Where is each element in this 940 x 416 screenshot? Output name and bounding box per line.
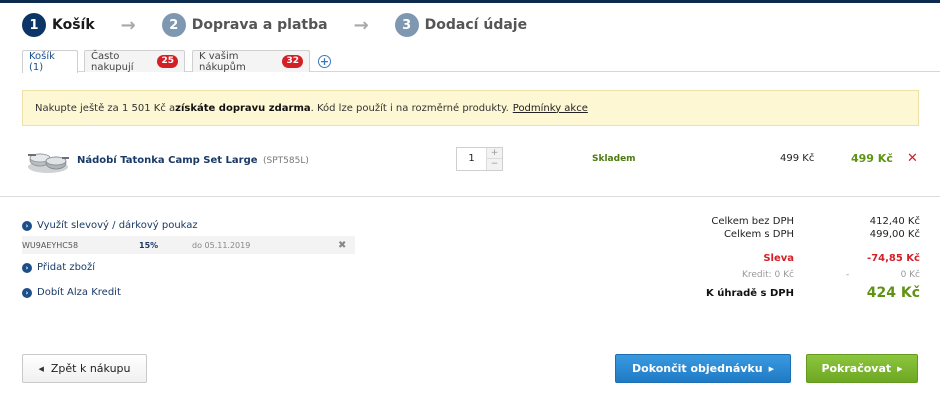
step-shipping[interactable]: 2 Doprava a platba xyxy=(161,13,328,37)
continue-button-label: Pokračovat xyxy=(821,362,892,375)
total-to-pay-label: K úhradě s DPH xyxy=(705,288,794,299)
voucher-valid-until: do 05.11.2019 xyxy=(192,240,251,250)
chevron-right-icon: › xyxy=(22,220,32,231)
chevron-right-icon: › xyxy=(22,262,32,273)
discount-label: Sleva xyxy=(763,253,794,264)
add-goods-label: Přidat zboží xyxy=(37,262,96,273)
free-shipping-notice: Nakupte ještě za 1 501 Kč a získáte dopr… xyxy=(22,90,919,126)
notice-prefix: Nakupte ještě za 1 501 Kč a xyxy=(35,102,176,114)
voucher-link-label: Využít slevový / dárkový poukaz xyxy=(37,220,198,231)
top-up-credit-link[interactable]: › Dobít Alza Kredit xyxy=(22,287,121,298)
step-cart[interactable]: 1 Košík xyxy=(22,13,95,37)
step-delivery[interactable]: 3 Dodací údaje xyxy=(394,13,528,37)
arrow-right-icon: → xyxy=(120,14,136,36)
count-badge: 25 xyxy=(157,55,178,68)
notice-highlight: získáte dopravu zdarma xyxy=(175,102,311,114)
discount-value: -74,85 Kč xyxy=(867,253,920,264)
product-code: (SPT585L) xyxy=(263,156,309,166)
tab-label: Často nakupují xyxy=(91,50,134,73)
product-title[interactable]: Nádobí Tatonka Camp Set Large xyxy=(77,155,258,166)
total-without-vat-label: Celkem bez DPH xyxy=(711,216,794,227)
voucher-percent: 15% xyxy=(139,240,159,250)
voucher-code: WU9AEYHC58 xyxy=(22,240,79,250)
chevron-right-icon: › xyxy=(22,287,32,298)
step-label: Košík xyxy=(52,17,95,33)
notice-suffix: . Kód lze použít i na rozměrné produkty. xyxy=(310,102,509,114)
total-with-vat-value: 499,00 Kč xyxy=(869,229,920,240)
cart-tabs: Košík (1) Často nakupují 25 K vašim náku… xyxy=(22,50,940,73)
quantity-input[interactable]: 1 xyxy=(457,148,486,170)
checkout-steps: 1 Košík → 2 Doprava a platba → 3 Dodací … xyxy=(22,12,527,38)
triangle-left-icon: ◀ xyxy=(38,364,44,373)
tab-label: Košík (1) xyxy=(29,51,55,73)
top-bar xyxy=(0,0,940,3)
product-name[interactable]: Nádobí Tatonka Camp Set Large (SPT585L) xyxy=(77,155,309,166)
remove-item-icon[interactable]: ✕ xyxy=(907,151,918,166)
credit-label: Kredit: 0 Kč xyxy=(741,270,794,280)
count-badge: 32 xyxy=(282,55,303,68)
credit-dash: - xyxy=(846,270,850,280)
add-goods-link[interactable]: › Přidat zboží xyxy=(22,262,95,273)
item-total-price: 499 Kč xyxy=(851,152,893,165)
tab-cart[interactable]: Košík (1) xyxy=(22,50,78,73)
finish-order-button[interactable]: Dokončit objednávku ▶ xyxy=(615,354,791,383)
back-to-shopping-button[interactable]: ◀ Zpět k nákupu xyxy=(22,354,147,383)
tab-related[interactable]: K vašim nákupům 32 xyxy=(192,50,310,73)
remove-voucher-icon[interactable]: ✖ xyxy=(338,240,346,251)
total-to-pay-value: 424 Kč xyxy=(866,285,920,301)
voucher-link[interactable]: › Využít slevový / dárkový poukaz xyxy=(22,220,198,231)
divider xyxy=(0,196,940,197)
credit-value: 0 Kč xyxy=(900,270,920,280)
step-label: Dodací údaje xyxy=(424,17,528,33)
tab-label: K vašim nákupům xyxy=(199,50,246,73)
finish-button-label: Dokončit objednávku xyxy=(632,362,763,375)
triangle-right-icon: ▶ xyxy=(897,364,903,373)
step-number: 1 xyxy=(22,13,46,37)
arrow-right-icon: → xyxy=(353,14,369,36)
product-image[interactable] xyxy=(26,145,70,175)
step-label: Doprava a platba xyxy=(191,17,328,33)
back-button-label: Zpět k nákupu xyxy=(50,362,131,375)
top-up-credit-label: Dobít Alza Kredit xyxy=(37,287,121,298)
quantity-stepper[interactable]: 1 + − xyxy=(456,147,503,171)
continue-button[interactable]: Pokračovat ▶ xyxy=(806,354,918,383)
quantity-decrease-button[interactable]: − xyxy=(486,159,502,170)
total-without-vat-value: 412,40 Kč xyxy=(869,216,920,227)
applied-voucher: WU9AEYHC58 15% do 05.11.2019 ✖ xyxy=(22,236,355,254)
stock-status: Skladem xyxy=(592,154,636,164)
total-with-vat-label: Celkem s DPH xyxy=(723,229,794,240)
step-number: 3 xyxy=(394,13,419,37)
triangle-right-icon: ▶ xyxy=(768,364,774,373)
tab-frequently-bought[interactable]: Často nakupují 25 xyxy=(84,50,185,73)
unit-price: 499 Kč xyxy=(780,153,815,164)
promo-terms-link[interactable]: Podmínky akce xyxy=(513,103,588,114)
quantity-increase-button[interactable]: + xyxy=(486,148,502,159)
add-tab-icon[interactable]: + xyxy=(318,55,331,68)
step-number: 2 xyxy=(161,13,186,37)
